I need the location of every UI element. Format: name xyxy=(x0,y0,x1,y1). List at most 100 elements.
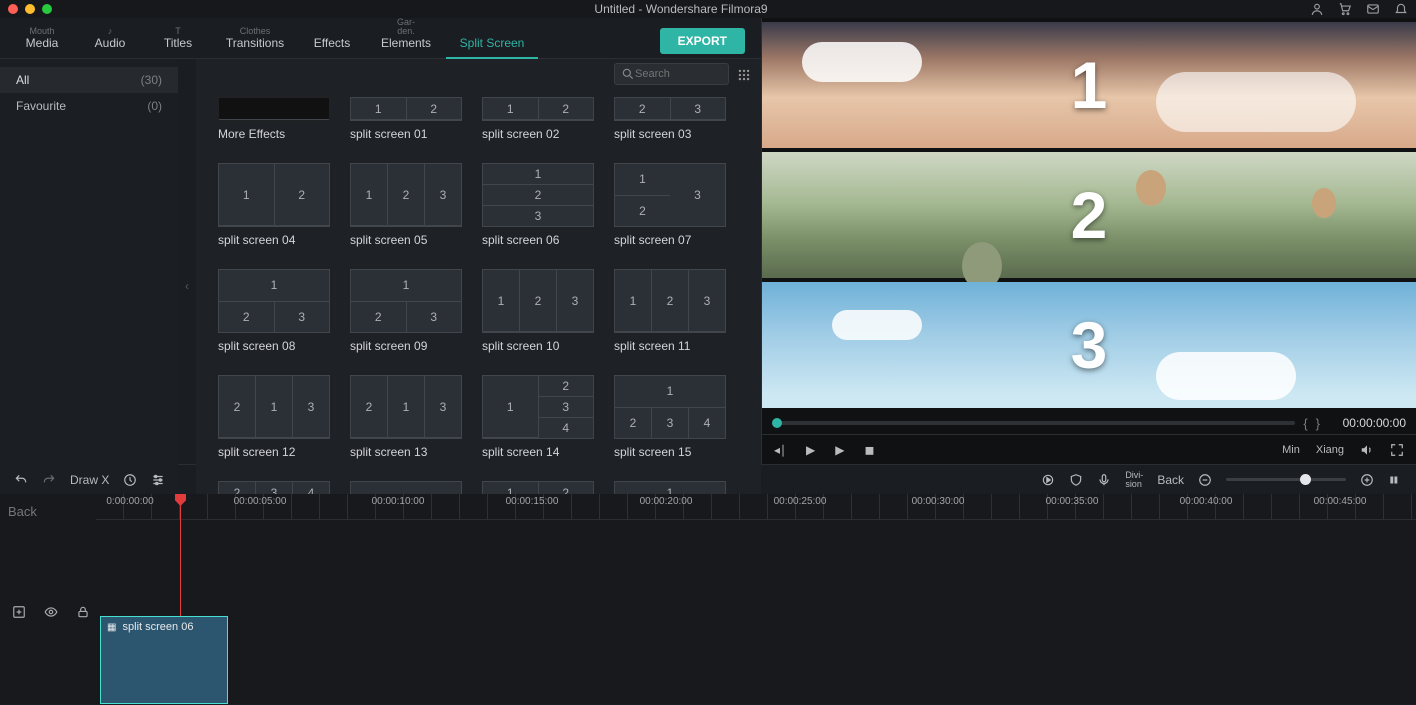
ruler-tick-label: 00:00:20:00 xyxy=(640,496,693,507)
draw-tool[interactable]: Draw X xyxy=(70,473,109,487)
preset-grid: More Effects 12 split screen 01 12 split… xyxy=(196,89,761,513)
play-icon[interactable]: ▶ xyxy=(806,443,815,457)
track-visibility-icon[interactable] xyxy=(44,605,58,620)
volume-icon[interactable] xyxy=(1360,442,1374,457)
zoom-in-icon[interactable] xyxy=(1360,472,1374,487)
audio-icon: ♪ xyxy=(76,27,144,36)
preset-browser: More Effects 12 split screen 01 12 split… xyxy=(196,59,761,513)
tab-media[interactable]: Mouth Media xyxy=(8,27,76,58)
min-label: Min xyxy=(1282,444,1300,456)
track-lock-icon[interactable] xyxy=(76,605,90,620)
timeline-clip[interactable]: ▦ split screen 06 xyxy=(100,616,228,704)
mark-in-bracket[interactable]: { xyxy=(1303,416,1307,431)
search-icon xyxy=(621,67,635,82)
sliders-icon[interactable] xyxy=(151,472,165,487)
ruler-tick-label: 00:00:40:00 xyxy=(1180,496,1233,507)
preset-item[interactable]: 123 split screen 06 xyxy=(482,163,594,247)
ruler-tick-label: 00:00:35:00 xyxy=(1046,496,1099,507)
history-icon[interactable] xyxy=(123,472,137,487)
cart-icon[interactable] xyxy=(1338,2,1352,17)
close-window-icon[interactable] xyxy=(8,4,18,14)
stop-icon[interactable]: ◼ xyxy=(865,443,875,457)
fullscreen-icon[interactable] xyxy=(1390,442,1404,457)
timeline: Back 0:00:00:0000:00:05:0000:00:10:0000:… xyxy=(0,494,1416,704)
export-button[interactable]: EXPORT xyxy=(660,28,745,54)
back-label: Back xyxy=(1157,473,1184,487)
mail-icon[interactable] xyxy=(1366,2,1380,17)
tab-split-screen[interactable]: Split Screen xyxy=(446,27,538,58)
undo-icon[interactable] xyxy=(14,472,28,487)
preset-item[interactable]: 213 split screen 13 xyxy=(350,375,462,459)
sidebar-item-all[interactable]: All (30) xyxy=(0,67,178,93)
division-label: Divi- sion xyxy=(1125,471,1143,489)
ruler-tick-label: 0:00:00:00 xyxy=(106,496,153,507)
preset-item[interactable]: 213 split screen 12 xyxy=(218,375,330,459)
tab-audio[interactable]: ♪ Audio xyxy=(76,27,144,58)
player-controls: ◂∣ ▶ ▶ ◼ Min Xiang xyxy=(762,434,1416,464)
prev-frame-icon[interactable]: ◂∣ xyxy=(774,443,786,457)
preview-viewport[interactable]: 1 2 3 xyxy=(762,18,1416,412)
preset-item[interactable]: 123 split screen 11 xyxy=(614,269,726,353)
traffic-lights xyxy=(8,4,52,14)
preset-item[interactable]: 1 23 split screen 08 xyxy=(218,269,330,353)
ruler-tick-label: 00:00:15:00 xyxy=(506,496,559,507)
scrub-handle[interactable] xyxy=(772,418,782,428)
preview-pane-2: 2 xyxy=(762,152,1416,278)
ruler-tick-label: 00:00:25:00 xyxy=(774,496,827,507)
source-tabs: Mouth Media ♪ Audio T Titles Clothes Tra… xyxy=(0,18,761,59)
track-add-icon[interactable] xyxy=(12,605,26,620)
collapse-sidebar-handle[interactable]: ‹ xyxy=(178,59,196,513)
shield-icon[interactable] xyxy=(1069,472,1083,487)
mic-icon[interactable] xyxy=(1097,472,1111,487)
tab-transitions[interactable]: Clothes Transitions xyxy=(212,27,298,58)
preview-pane-3: 3 xyxy=(762,282,1416,408)
mark-out-bracket[interactable]: } xyxy=(1316,416,1320,431)
scrub-bar: { } 00:00:00:00 xyxy=(762,412,1416,434)
titles-icon: T xyxy=(144,27,212,36)
preview-pane-1: 1 xyxy=(762,22,1416,148)
notification-icon[interactable] xyxy=(1394,2,1408,17)
sidebar-item-count: (30) xyxy=(141,73,162,87)
preset-item[interactable]: 12 split screen 01 xyxy=(350,97,462,141)
tab-titles[interactable]: T Titles xyxy=(144,27,212,58)
clip-icon: ▦ xyxy=(107,622,116,633)
more-effects-label: More Effects xyxy=(218,127,330,141)
ruler-tick-label: 00:00:45:00 xyxy=(1314,496,1367,507)
ruler-tick-label: 00:00:10:00 xyxy=(372,496,425,507)
tab-elements[interactable]: Gar- den. Elements xyxy=(366,18,446,58)
zoom-fit-icon[interactable] xyxy=(1388,472,1402,487)
search-input[interactable] xyxy=(614,63,729,85)
preset-item[interactable]: 23 split screen 03 xyxy=(614,97,726,141)
render-icon[interactable] xyxy=(1041,472,1055,487)
preset-item[interactable]: 1 234 split screen 15 xyxy=(614,375,726,459)
minimize-window-icon[interactable] xyxy=(25,4,35,14)
preset-item[interactable]: 123 split screen 05 xyxy=(350,163,462,247)
maximize-window-icon[interactable] xyxy=(42,4,52,14)
timeline-ruler[interactable]: 0:00:00:00 00:00:05:00 00:00:10:00 00:00:15… xyxy=(96,494,1416,520)
zoom-slider[interactable] xyxy=(1226,478,1346,481)
sidebar-item-count: (0) xyxy=(147,99,162,113)
ruler-tick-label: 00:00:05:00 xyxy=(234,496,287,507)
app-title: Untitled - Wondershare Filmora9 xyxy=(52,2,1310,16)
sidebar-item-label: All xyxy=(16,73,29,87)
preset-item[interactable]: 1 234 split screen 14 xyxy=(482,375,594,459)
zoom-out-icon[interactable] xyxy=(1198,472,1212,487)
scrub-track[interactable] xyxy=(772,421,1295,425)
preset-item[interactable]: 12 split screen 02 xyxy=(482,97,594,141)
preset-item[interactable]: 12 3 split screen 07 xyxy=(614,163,726,247)
sidebar-item-favourite[interactable]: Favourite (0) xyxy=(0,93,178,119)
redo-icon[interactable] xyxy=(42,472,56,487)
tab-effects[interactable]: Effects xyxy=(298,27,366,58)
preview-panel: 1 2 3 { } 00:00:00:00 ◂∣ ▶ ▶ xyxy=(762,18,1416,464)
track-area[interactable]: ▦ split screen 06 xyxy=(0,520,1416,704)
more-effects-item[interactable]: More Effects xyxy=(218,97,330,141)
preset-item[interactable]: 12 split screen 04 xyxy=(218,163,330,247)
play-forward-icon[interactable]: ▶ xyxy=(835,443,844,457)
scrub-time: 00:00:00:00 xyxy=(1328,416,1406,430)
preset-item[interactable]: 123 split screen 10 xyxy=(482,269,594,353)
vol-label: Xiang xyxy=(1316,444,1344,456)
grid-view-icon[interactable] xyxy=(737,66,751,82)
zoom-handle[interactable] xyxy=(1300,474,1311,485)
user-icon[interactable] xyxy=(1310,2,1324,17)
preset-item[interactable]: 1 23 split screen 09 xyxy=(350,269,462,353)
